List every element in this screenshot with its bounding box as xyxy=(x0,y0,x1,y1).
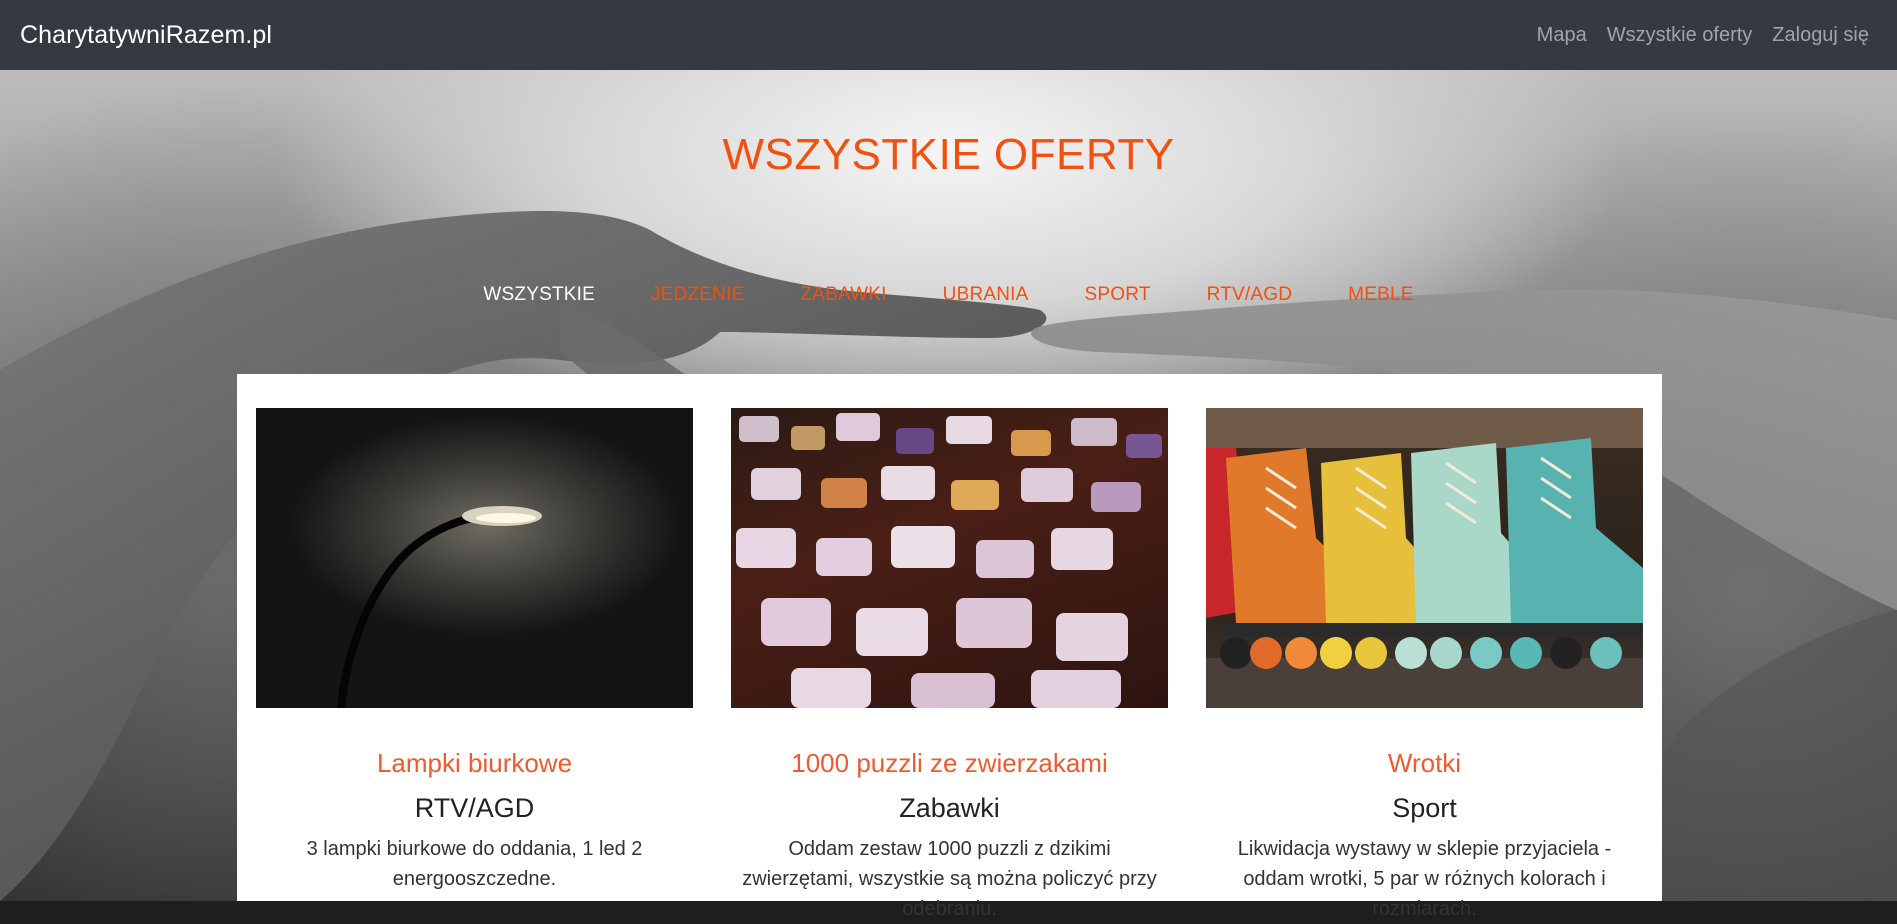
filter-ubrania[interactable]: UBRANIA xyxy=(915,284,1057,306)
filter-jedzenie[interactable]: JEDZENIE xyxy=(623,284,772,306)
offer-title[interactable]: Wrotki xyxy=(1206,748,1643,779)
filter-meble[interactable]: MEBLE xyxy=(1320,284,1441,306)
brand-link[interactable]: CharytatywniRazem.pl xyxy=(20,21,272,50)
offer-title[interactable]: Lampki biurkowe xyxy=(256,748,693,779)
top-navbar: CharytatywniRazem.pl Mapa Wszystkie ofer… xyxy=(0,0,1897,70)
offer-description: Oddam zestaw 1000 puzzli z dzikimi zwier… xyxy=(742,838,1157,920)
filter-sport[interactable]: SPORT xyxy=(1057,284,1179,306)
filter-wszystkie[interactable]: WSZYSTKIE xyxy=(455,284,623,306)
offer-category: RTV/AGD xyxy=(414,793,535,823)
page-title: WSZYSTKIE OFERTY xyxy=(722,130,1175,179)
offer-card[interactable]: Lampki biurkowe RTV/AGD 3 lampki biurkow… xyxy=(256,408,693,924)
roller-skates-illustration xyxy=(1206,408,1643,708)
category-filters: WSZYSTKIE JEDZENIE ZABAWKI UBRANIA SPORT… xyxy=(0,284,1897,306)
offer-card[interactable]: Wrotki Sport Likwidacja wystawy w sklepi… xyxy=(1206,408,1643,924)
offer-title[interactable]: 1000 puzzli ze zwierzakami xyxy=(731,748,1168,779)
filter-zabawki[interactable]: ZABAWKI xyxy=(772,284,914,306)
offer-card[interactable]: 1000 puzzli ze zwierzakami Zabawki Oddam… xyxy=(731,408,1168,924)
offer-image-puzzle[interactable] xyxy=(731,408,1168,708)
desk-lamp-illustration xyxy=(337,506,542,708)
puzzle-pieces-illustration xyxy=(736,413,1162,708)
nav-links: Mapa Wszystkie oferty Zaloguj się xyxy=(1537,24,1869,47)
offers-grid: Lampki biurkowe RTV/AGD 3 lampki biurkow… xyxy=(256,408,1643,924)
offer-description: Likwidacja wystawy w sklepie przyjaciela… xyxy=(1237,838,1612,920)
offer-image-desk-lamp[interactable] xyxy=(256,408,693,708)
nav-link-all-offers[interactable]: Wszystkie oferty xyxy=(1607,24,1753,47)
filter-rtv-agd[interactable]: RTV/AGD xyxy=(1179,284,1321,306)
offer-description: 3 lampki biurkowe do oddania, 1 led 2 en… xyxy=(306,838,643,890)
offers-container: Lampki biurkowe RTV/AGD 3 lampki biurkow… xyxy=(237,374,1662,920)
offer-category: Sport xyxy=(1392,793,1457,823)
offer-category: Zabawki xyxy=(899,793,1000,823)
nav-link-mapa[interactable]: Mapa xyxy=(1537,24,1587,47)
offer-image-roller-skates[interactable] xyxy=(1206,408,1643,708)
nav-link-login[interactable]: Zaloguj się xyxy=(1772,24,1869,47)
